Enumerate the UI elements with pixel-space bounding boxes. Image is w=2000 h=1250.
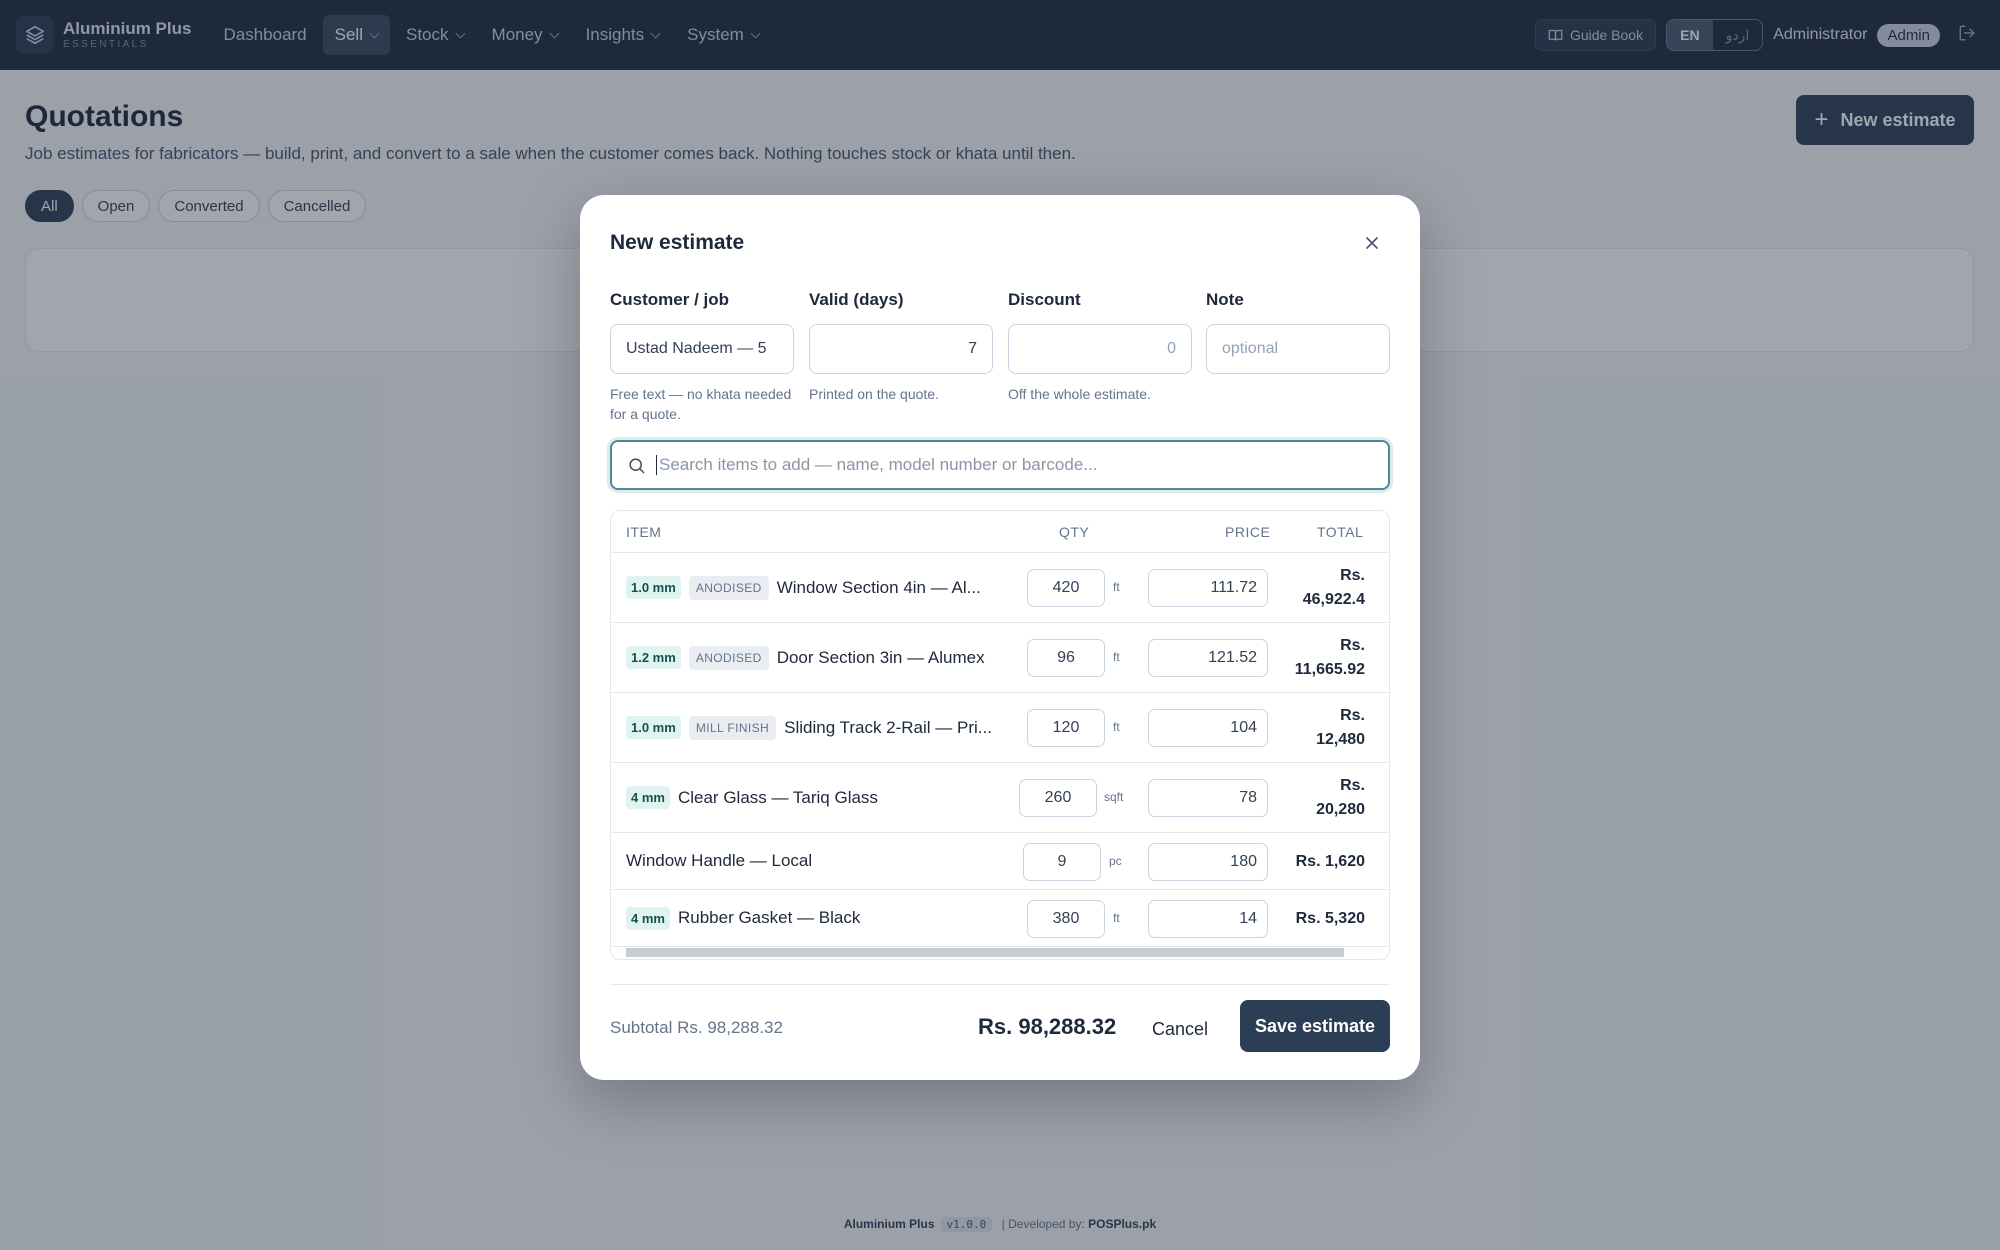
unit-label: ft xyxy=(1113,910,1120,925)
col-price: PRICE xyxy=(1225,524,1271,540)
line-total-line2: 11,665.92 xyxy=(1294,661,1365,678)
discount-input[interactable]: 0 xyxy=(1008,324,1192,374)
qty-input[interactable]: 260 xyxy=(1019,779,1097,817)
search-icon xyxy=(629,457,645,473)
item-name: Sliding Track 2-Rail — Pri... xyxy=(784,717,992,737)
line-total: Rs. 46,922.4 xyxy=(1303,564,1365,612)
qty-input[interactable]: 420 xyxy=(1027,569,1105,607)
qty-input[interactable]: 96 xyxy=(1027,639,1105,677)
footer-divider xyxy=(610,984,1390,985)
table-row: 1.0 mm ANODISED Window Section 4in — Al...… xyxy=(611,553,1389,623)
table-header: ITEM QTY PRICE TOTAL xyxy=(611,511,1389,553)
price-input[interactable]: 111.72 xyxy=(1148,569,1268,607)
line-total-line2: 12,480 xyxy=(1316,731,1365,748)
table-row: 1.0 mm MILL FINISH Sliding Track 2-Rail — … xyxy=(611,693,1389,763)
subtotal-text: Subtotal Rs. 98,288.32 xyxy=(610,1018,783,1037)
discount-field-group: Discount 0 Off the whole estimate. xyxy=(1008,290,1192,404)
finish-tag: ANODISED xyxy=(688,575,769,600)
table-body: 1.0 mm ANODISED Window Section 4in — Al...… xyxy=(611,553,1389,947)
note-label: Note xyxy=(1206,290,1244,309)
unit-label: sqft xyxy=(1104,790,1124,804)
table-row: 4 mm Rubber Gasket — Black 380 ft 14 Rs. 5,32… xyxy=(611,890,1389,947)
item-cell: 1.0 mm MILL FINISH Sliding Track 2-Rail — … xyxy=(626,693,1016,762)
search-placeholder: Search items to add — name, model number… xyxy=(656,455,1097,475)
qty-input[interactable]: 9 xyxy=(1023,842,1101,881)
unit-label: ft xyxy=(1113,650,1120,664)
item-cell: Window Handle — Local xyxy=(626,833,1016,889)
item-cell: 1.2 mm ANODISED Door Section 3in — Alumex xyxy=(626,623,1016,692)
close-icon[interactable] xyxy=(1362,233,1382,253)
item-name: Clear Glass — Tariq Glass xyxy=(677,787,878,807)
line-total-line1: Rs. 5,320 xyxy=(1295,909,1365,927)
qty-input[interactable]: 120 xyxy=(1027,709,1105,747)
line-items-table: ITEM QTY PRICE TOTAL 1.0 mm ANODISED Windo… xyxy=(610,510,1390,960)
line-total: Rs. 12,480 xyxy=(1316,704,1365,752)
thickness-tag: 4 mm xyxy=(626,786,670,809)
line-total-line2: 20,280 xyxy=(1316,801,1365,818)
grand-total: Rs. 98,288.32 xyxy=(978,1014,1117,1039)
item-name: Window Handle — Local xyxy=(626,851,813,870)
modal-title: New estimate xyxy=(610,231,745,254)
finish-tag: MILL FINISH xyxy=(688,715,777,740)
discount-label: Discount xyxy=(1008,290,1081,309)
thickness-tag: 4 mm xyxy=(626,906,670,930)
qty-input[interactable]: 380 xyxy=(1027,899,1105,938)
scrollbar-thumb[interactable] xyxy=(626,948,1344,957)
thickness-tag: 1.2 mm xyxy=(626,646,681,669)
customer-field-group: Customer / job Ustad Nadeem — 5 Free tex… xyxy=(610,290,794,424)
save-estimate-button[interactable]: Save estimate xyxy=(1240,1000,1390,1052)
cancel-button[interactable]: Cancel xyxy=(1152,1019,1208,1040)
line-total: Rs. 1,620 xyxy=(1296,850,1365,874)
valid-label: Valid (days) xyxy=(809,290,904,309)
valid-days-input[interactable]: 7 xyxy=(809,324,993,374)
line-total: Rs. 20,280 xyxy=(1316,774,1365,822)
table-row: Window Handle — Local 9 pc 180 Rs. 1,620 xyxy=(611,833,1389,890)
line-total: Rs. 11,665.92 xyxy=(1295,634,1365,682)
discount-help: Off the whole estimate. xyxy=(1008,386,1151,402)
line-total-line1: Rs. xyxy=(1340,777,1365,794)
item-name: Rubber Gasket — Black xyxy=(677,908,861,927)
line-total-line1: Rs. xyxy=(1340,567,1365,584)
thickness-tag: 1.0 mm xyxy=(626,716,681,739)
customer-label: Customer / job xyxy=(610,290,730,309)
price-input[interactable]: 121.52 xyxy=(1148,639,1268,677)
item-cell: 4 mm Rubber Gasket — Black xyxy=(626,890,1016,946)
valid-field-group: Valid (days) 7 Printed on the quote. xyxy=(809,290,993,404)
customer-help: Free text — no khata needed for a quote. xyxy=(610,386,792,422)
line-total-line2: 46,922.4 xyxy=(1302,591,1365,608)
line-total-line1: Rs. xyxy=(1340,637,1365,654)
note-input[interactable]: optional xyxy=(1206,324,1390,374)
item-cell: 4 mm Clear Glass — Tariq Glass xyxy=(626,763,1016,832)
col-qty: QTY xyxy=(1059,524,1090,540)
item-name: Door Section 3in — Alumex xyxy=(776,647,985,667)
price-input[interactable]: 14 xyxy=(1148,899,1268,938)
thickness-tag: 1.0 mm xyxy=(626,576,681,599)
unit-label: ft xyxy=(1113,580,1120,594)
new-estimate-modal: New estimate Customer / job Ustad Nadeem… xyxy=(580,195,1420,1080)
line-total-line1: Rs. 1,620 xyxy=(1295,852,1365,870)
item-name: Window Section 4in — Al... xyxy=(776,577,981,597)
line-total-line1: Rs. xyxy=(1340,707,1365,724)
col-total: TOTAL xyxy=(1317,524,1364,540)
unit-label: pc xyxy=(1109,853,1122,868)
customer-input[interactable]: Ustad Nadeem — 5 xyxy=(610,324,794,374)
table-row: 4 mm Clear Glass — Tariq Glass 260 sqft 78 Rs… xyxy=(611,763,1389,833)
horizontal-scrollbar[interactable] xyxy=(616,948,1384,957)
valid-help: Printed on the quote. xyxy=(809,386,939,402)
item-search-input[interactable]: Search items to add — name, model number… xyxy=(610,440,1390,490)
price-input[interactable]: 180 xyxy=(1148,842,1268,881)
line-total: Rs. 5,320 xyxy=(1296,907,1365,931)
col-item: ITEM xyxy=(626,524,662,540)
note-field-group: Note optional xyxy=(1206,290,1390,374)
unit-label: ft xyxy=(1113,720,1120,734)
price-input[interactable]: 104 xyxy=(1148,709,1268,747)
finish-tag: ANODISED xyxy=(688,645,769,670)
table-row: 1.2 mm ANODISED Door Section 3in — Alumex 9… xyxy=(611,623,1389,693)
item-cell: 1.0 mm ANODISED Window Section 4in — Al... xyxy=(626,553,1016,622)
price-input[interactable]: 78 xyxy=(1148,779,1268,817)
